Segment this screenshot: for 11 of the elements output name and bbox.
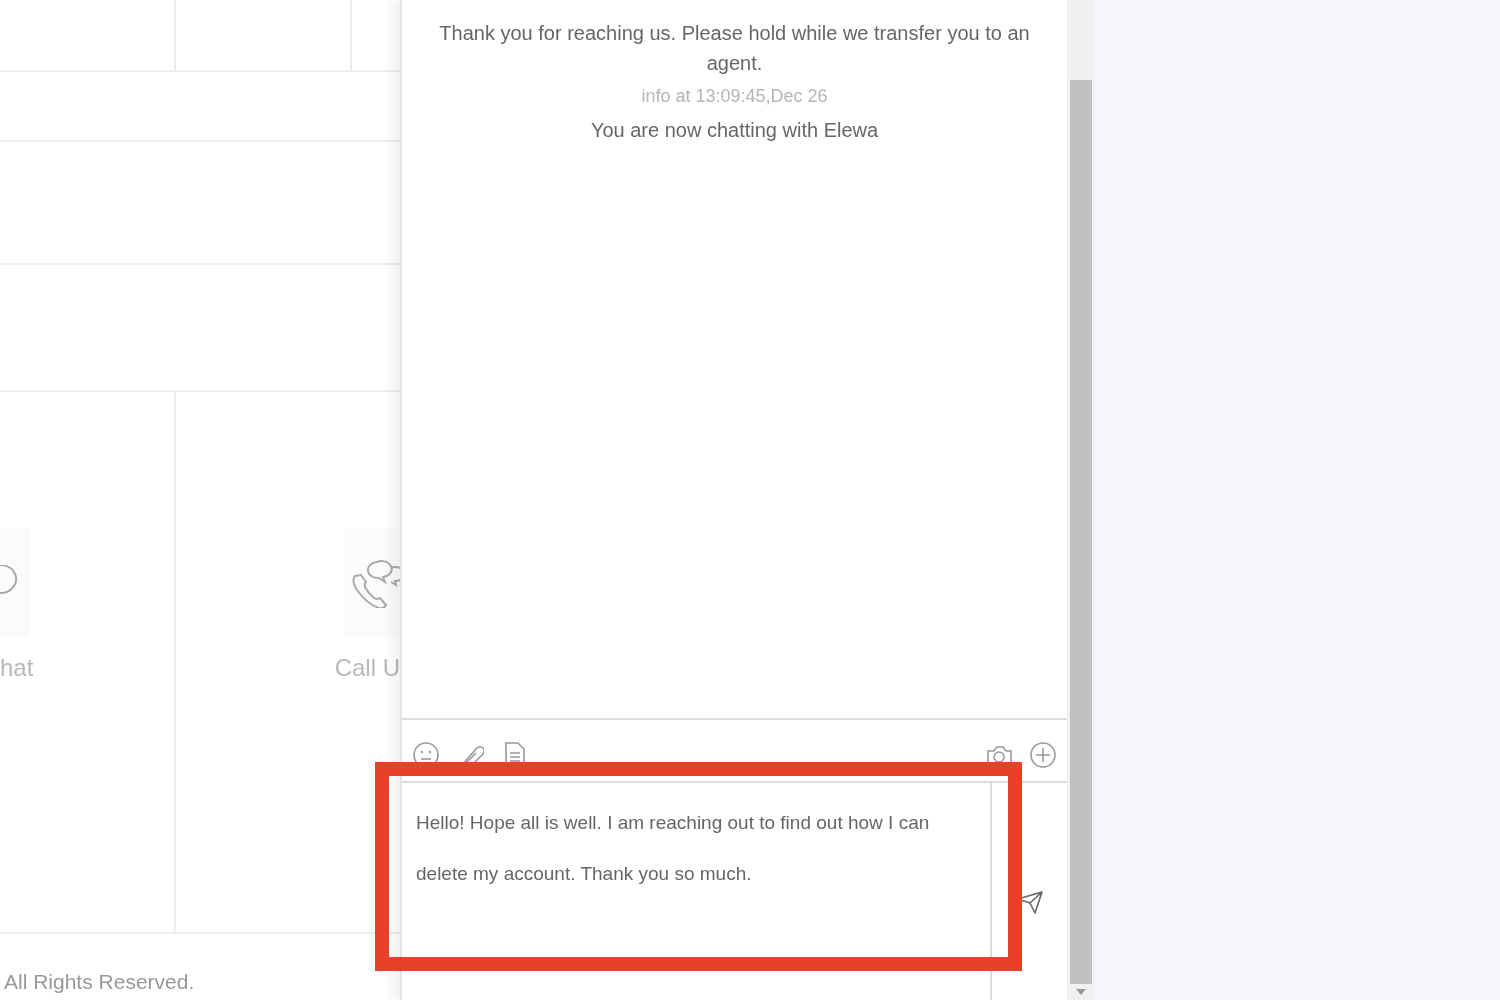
scroll-down-icon[interactable] [1075, 989, 1086, 995]
card-label[interactable]: Call U [334, 654, 400, 682]
phone-chat-icon [351, 558, 400, 608]
message-input[interactable]: Hello! Hope all is well. I am reaching out to find out how I can delete my account. Thank you so much. [402, 783, 992, 1000]
copyright-text: All Rights Reserved. [4, 970, 195, 993]
card-label[interactable]: hat [0, 654, 34, 682]
message-timestamp: info at 13:09:45,Dec 26 [641, 86, 828, 107]
scrollbar-thumb[interactable] [1069, 80, 1092, 984]
plus-icon[interactable] [1029, 740, 1057, 769]
chat-message: Thank you for reaching us. Please hold while we transfer you to an agent. [438, 21, 1031, 76]
chat-message: You are now chatting with Elewa [590, 118, 879, 143]
